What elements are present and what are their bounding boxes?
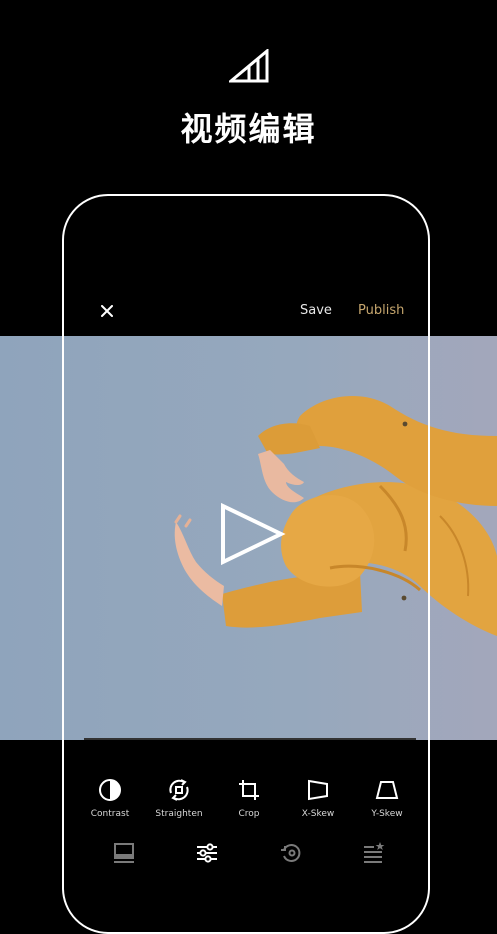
tool-label: Straighten — [155, 809, 203, 819]
tool-crop[interactable]: Crop — [214, 778, 284, 824]
presets-icon — [114, 843, 134, 863]
straighten-icon — [169, 779, 189, 801]
recipes-icon — [364, 842, 385, 863]
app-logo-icon — [229, 49, 269, 83]
tab-history[interactable] — [279, 842, 303, 864]
tab-presets[interactable] — [112, 842, 136, 864]
tool-label: Y-Skew — [371, 809, 403, 819]
tool-contrast[interactable]: Contrast — [75, 778, 145, 824]
timeline-divider — [84, 738, 416, 740]
tab-recipes[interactable] — [362, 842, 386, 864]
tool-label: Contrast — [90, 809, 130, 819]
tool-x-skew[interactable]: X-Skew — [283, 778, 353, 824]
close-icon — [101, 305, 113, 317]
tool-label: X-Skew — [301, 809, 335, 819]
crop-icon — [239, 780, 259, 800]
y-skew-icon — [375, 781, 399, 799]
tab-adjust[interactable] — [195, 842, 219, 864]
x-skew-icon — [308, 779, 328, 801]
page-headline: 视频编辑 — [180, 110, 317, 148]
tool-y-skew[interactable]: Y-Skew — [352, 778, 422, 824]
save-button[interactable]: Save — [300, 303, 332, 318]
history-icon — [281, 844, 301, 862]
play-icon[interactable] — [218, 502, 286, 566]
close-button[interactable] — [96, 300, 118, 322]
tool-label: Crop — [238, 809, 260, 819]
publish-button[interactable]: Publish — [358, 303, 404, 318]
adjust-sliders-icon — [197, 843, 217, 863]
contrast-icon — [99, 779, 121, 801]
tool-straighten[interactable]: Straighten — [144, 778, 214, 824]
